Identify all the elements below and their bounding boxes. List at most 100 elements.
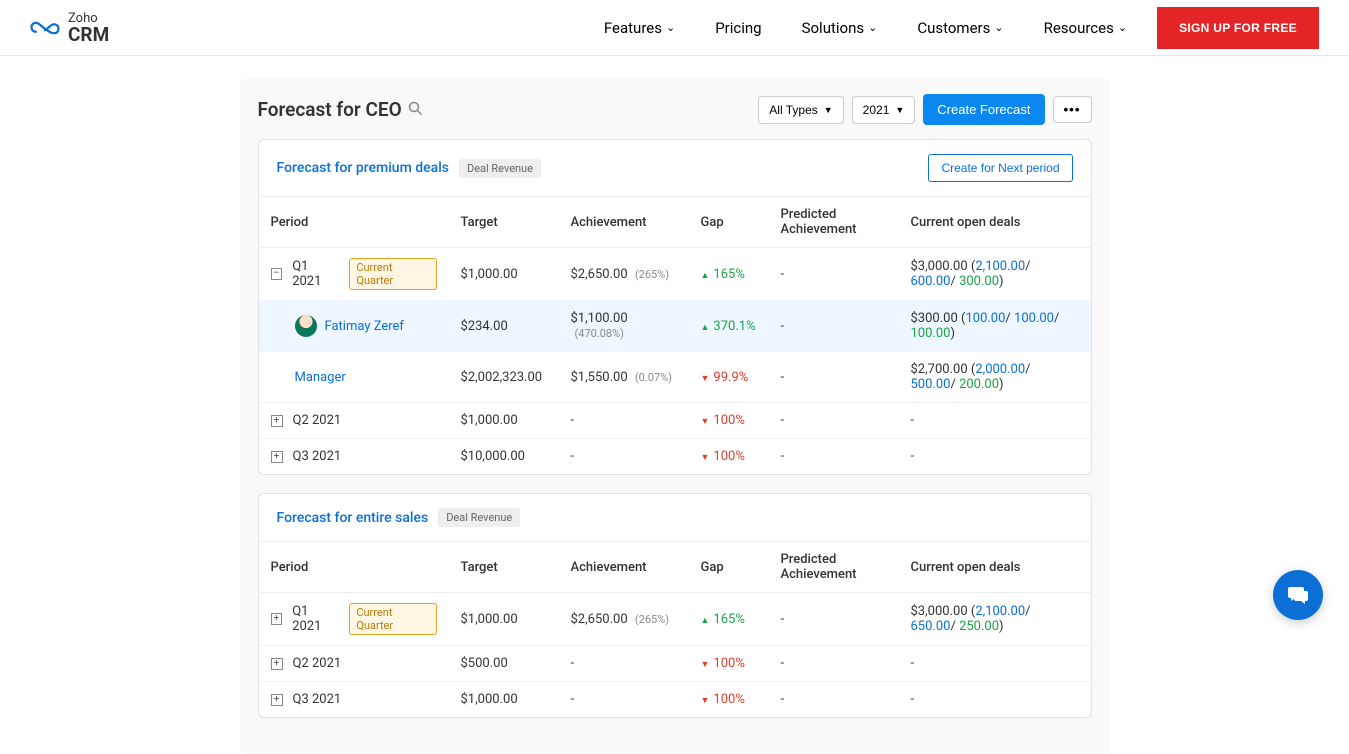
nav-label: Resources	[1044, 19, 1114, 37]
create-forecast-button[interactable]: Create Forecast	[923, 94, 1044, 125]
gap-value: 165%	[689, 593, 769, 646]
current-quarter-badge: Current Quarter	[349, 603, 436, 635]
forecast-premium-card: Forecast for premium deals Deal Revenue …	[258, 139, 1092, 475]
table-row-q1: – Q1 2021 Current Quarter $1,000.00 $2,6…	[259, 248, 1091, 301]
gap-value: 100%	[689, 403, 769, 439]
predicted-value: -	[769, 439, 899, 475]
col-open-deals: Current open deals	[899, 197, 1091, 248]
current-quarter-badge: Current Quarter	[349, 258, 436, 290]
nav-customers[interactable]: Customers⌄	[917, 19, 1003, 37]
open-deals-value: $2,700.00 (2,000.00/ 500.00/ 200.00)	[899, 352, 1091, 403]
table-row-user: Fatimay Zeref $234.00 $1,100.00 (470.08%…	[259, 301, 1091, 352]
target-value: $1,000.00	[449, 248, 559, 301]
nav-resources[interactable]: Resources ⌄	[1044, 19, 1127, 37]
table-row-manager: Manager $2,002,323.00 $1,550.00 (0.07%) …	[259, 352, 1091, 403]
more-menu-button[interactable]: •••	[1053, 96, 1092, 123]
achievement-value: -	[559, 646, 689, 682]
forecast-entire-card: Forecast for entire sales Deal Revenue P…	[258, 493, 1092, 718]
chevron-down-icon: ⌄	[1118, 21, 1127, 34]
target-value: $1,000.00	[449, 682, 559, 718]
table-row-q3: +Q3 2021 $10,000.00 - 100% - -	[259, 439, 1091, 475]
nav-label: Features	[604, 19, 662, 37]
col-predicted: Predicted Achievement	[769, 197, 899, 248]
achievement-value: $1,100.00 (470.08%)	[559, 301, 689, 352]
page-container: Forecast for CEO All Types▼ 2021 ▼ Create…	[240, 78, 1110, 754]
collapse-icon[interactable]: –	[271, 268, 283, 280]
expand-icon[interactable]: +	[271, 415, 283, 427]
gap-value: 99.9%	[689, 352, 769, 403]
chevron-down-icon: ⌄	[868, 21, 877, 34]
search-icon[interactable]	[408, 98, 423, 121]
target-value: $1,000.00	[449, 593, 559, 646]
gap-value: 100%	[689, 646, 769, 682]
page-title: Forecast for CEO	[258, 98, 423, 121]
gap-value: 100%	[689, 682, 769, 718]
user-name-link[interactable]: Fatimay Zeref	[325, 319, 404, 334]
revenue-chip: Deal Revenue	[459, 159, 541, 178]
nav-links: Features⌄ Pricing Solutions⌄ Customers⌄ …	[604, 19, 1127, 37]
col-predicted: Predicted Achievement	[769, 542, 899, 593]
gap-value: 165%	[689, 248, 769, 301]
achievement-value: -	[559, 403, 689, 439]
revenue-chip: Deal Revenue	[438, 508, 520, 527]
card-title[interactable]: Forecast for premium deals	[277, 160, 449, 176]
col-target: Target	[449, 542, 559, 593]
predicted-value: -	[769, 301, 899, 352]
page-header: Forecast for CEO All Types▼ 2021 ▼ Create…	[258, 90, 1092, 125]
predicted-value: -	[769, 248, 899, 301]
nav-label: Solutions	[802, 19, 865, 37]
create-next-period-button[interactable]: Create for Next period	[928, 154, 1072, 182]
open-deals-value: -	[899, 682, 1091, 718]
table-header-row: Period Target Achievement Gap Predicted …	[259, 197, 1091, 248]
logo[interactable]: Zoho CRM	[30, 12, 109, 44]
card-title[interactable]: Forecast for entire sales	[277, 510, 429, 526]
user-avatar	[295, 315, 317, 337]
nav-features[interactable]: Features ⌄	[604, 19, 675, 37]
col-gap: Gap	[689, 542, 769, 593]
nav-label: Pricing	[715, 19, 761, 37]
manager-link[interactable]: Manager	[295, 370, 346, 385]
col-period: Period	[259, 542, 449, 593]
predicted-value: -	[769, 403, 899, 439]
predicted-value: -	[769, 646, 899, 682]
col-period: Period	[259, 197, 449, 248]
expand-icon[interactable]: +	[271, 658, 283, 670]
target-value: $2,002,323.00	[449, 352, 559, 403]
expand-icon[interactable]: +	[271, 694, 283, 706]
nav-pricing[interactable]: Pricing	[715, 19, 761, 37]
col-target: Target	[449, 197, 559, 248]
open-deals-value: -	[899, 646, 1091, 682]
gap-value: 370.1%	[689, 301, 769, 352]
period-label: Q2 2021	[293, 656, 342, 671]
open-deals-value: $3,000.00 (2,100.00/ 600.00/ 300.00)	[899, 248, 1091, 301]
chat-button[interactable]	[1273, 570, 1323, 620]
nav-solutions[interactable]: Solutions⌄	[802, 19, 878, 37]
header-actions: All Types▼ 2021 ▼ Create Forecast •••	[758, 94, 1091, 125]
open-deals-value: -	[899, 403, 1091, 439]
table-header-row: Period Target Achievement Gap Predicted …	[259, 542, 1091, 593]
dropdown-label: 2021	[863, 103, 890, 117]
col-achievement: Achievement	[559, 542, 689, 593]
expand-icon[interactable]: +	[271, 613, 283, 625]
chevron-down-icon: ⌄	[666, 21, 675, 34]
type-filter-dropdown[interactable]: All Types▼	[758, 96, 843, 124]
table-row-q2: +Q2 2021 $1,000.00 - 100% - -	[259, 403, 1091, 439]
target-value: $1,000.00	[449, 403, 559, 439]
signup-button[interactable]: SIGN UP FOR FREE	[1157, 7, 1319, 49]
gap-value: 100%	[689, 439, 769, 475]
expand-icon[interactable]: +	[271, 451, 283, 463]
table-row-q1: +Q1 2021Current Quarter $1,000.00 $2,650…	[259, 593, 1091, 646]
page-title-text: Forecast for CEO	[258, 98, 402, 121]
year-filter-dropdown[interactable]: 2021 ▼	[852, 96, 916, 124]
target-value: $234.00	[449, 301, 559, 352]
caret-down-icon: ▼	[824, 105, 833, 115]
achievement-value: $1,550.00 (0.07%)	[559, 352, 689, 403]
caret-down-icon: ▼	[895, 105, 904, 115]
period-label: Q3 2021	[293, 692, 342, 707]
logo-text: Zoho CRM	[68, 12, 109, 44]
predicted-value: -	[769, 352, 899, 403]
logo-icon	[30, 17, 60, 39]
top-nav: Zoho CRM Features⌄ Pricing Solutions⌄ Cu…	[0, 0, 1349, 56]
forecast-table-premium: Period Target Achievement Gap Predicted …	[259, 197, 1091, 474]
target-value: $500.00	[449, 646, 559, 682]
